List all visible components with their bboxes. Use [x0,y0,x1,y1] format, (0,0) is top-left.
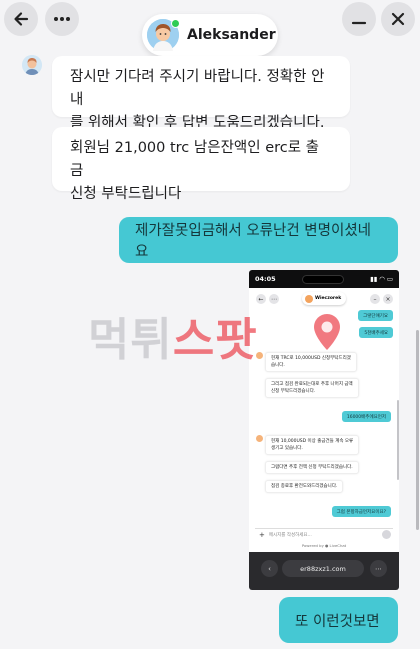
image-message-input: + 메시지를 작성하세요... [255,528,393,540]
minimize-button[interactable] [342,2,376,36]
minimize-icon [351,21,367,25]
plus-icon: + [259,530,265,539]
chevron-left-icon: ‹ [261,560,278,577]
message-line: 신청 부탁드립니다 [70,186,182,202]
image-status-icons: ▮▮ ◠ ▭ [370,275,393,283]
incoming-message: 회원님 21,000 trc 남은잔액인 erc로 출금 신청 부탁드립니다 [52,127,350,202]
avatar [305,294,313,303]
person-avatar-icon [22,55,42,75]
agent-avatar [22,55,42,75]
message-line: 잠시만 기다려 주시기 바랍니다. 정확한 안내 [70,69,325,108]
message-line: 그리고 점검 완료되는대로 추후 나머지 금액 [271,382,353,387]
message-text: 제가잘못입금해서 오류난건 변명이셨네요 [135,223,371,260]
more-horizontal-icon [54,17,70,21]
message-line: 점검 종료후 환전도와드리겠습니다. [271,484,338,489]
image-incoming-message: 점검 종료후 환전도와드리겠습니다. [265,480,344,493]
image-incoming-message: 현재 10,000USD 이상 출금건들 계속 오류 생기고 있습니다. [265,435,360,455]
image-status-bar: 04:05 ▮▮ ◠ ▭ [249,270,399,288]
close-button[interactable] [381,2,415,36]
message-line: 현재 TRC로 10,000USD 신청부탁드리겠 [271,356,351,361]
online-status-dot [171,19,180,28]
close-icon: × [383,294,393,304]
message-line: 생기고 있습니다. [271,446,303,451]
image-status-time: 04:05 [255,275,276,283]
image-browser-bar: ‹ er88zxz1.com ⋯ [249,552,399,590]
image-outgoing-message: 그럼 본항자금먼저요이요? [331,506,391,517]
image-incoming-message: 그리고 점검 완료되는대로 추후 나머지 금액 신청 부탁드리겠습니다. [265,378,359,398]
image-chat-header: ← ⋯ Wieczorek – × [249,292,399,306]
dynamic-island [301,274,344,284]
image-scrollbar [397,400,399,480]
more-horizontal-icon: ⋯ [370,560,387,577]
message-line: 습니다. [271,363,285,368]
back-button[interactable] [4,2,38,36]
message-line: 회원님 21,000 trc 남은잔액인 erc로 출금 [70,140,320,179]
image-agent-name: Wieczorek [315,296,342,301]
contact-pill[interactable]: Aleksander [142,14,278,56]
arrow-left-icon [14,12,29,26]
close-icon [391,12,405,26]
image-url-text: er88zxz1.com [300,564,346,573]
watermark: 먹튀스팟 [88,303,258,368]
location-pin-icon [314,314,340,350]
image-incoming-message: 현재 TRC로 10,000USD 신청부탁드리겠 습니다. [265,352,357,372]
image-powered-by: Powered by ● LiveChat [301,543,347,548]
agent-avatar [256,435,263,442]
more-options-button[interactable] [45,2,79,36]
incoming-message: 잠시만 기다려 주시기 바랍니다. 정확한 안내 를 위해서 확인 후 답변 도… [52,56,350,131]
message-line: 현재 10,000USD 이상 출금건들 계속 오류 [271,439,354,444]
watermark-text-part2: 스팟 [172,313,258,366]
minimize-icon: – [370,294,380,304]
watermark-text-part1: 먹튀 [88,313,173,366]
message-line: 그럼다면 추후 전액 신청 부탁드리겠습니다. [271,465,353,470]
more-horizontal-icon: ⋯ [269,294,279,304]
outgoing-message: 또 이런것보면 [279,597,398,643]
image-contact-pill: Wieczorek [302,292,346,305]
image-input-placeholder: 메시지를 작성하세요... [268,532,312,538]
outgoing-message: 제가잘못입금해서 오류난건 변명이셨네요 [119,217,398,263]
image-outgoing-message: 5천배추세요 [359,327,393,338]
image-outgoing-message: 16000배추에요먼저 [341,411,391,422]
chat-scrollbar[interactable] [416,330,419,530]
message-text: 또 이런것보면 [295,613,380,630]
avatar [147,19,180,51]
send-icon [382,530,391,539]
image-outgoing-message: 그렇단얘기요 [358,310,393,321]
message-line: 신청 부탁드리겠습니다. [271,389,316,394]
image-url-field: er88zxz1.com [282,560,364,577]
image-incoming-message: 그럼다면 추후 전액 신청 부탁드리겠습니다. [265,461,359,474]
contact-name: Aleksander [187,27,276,43]
